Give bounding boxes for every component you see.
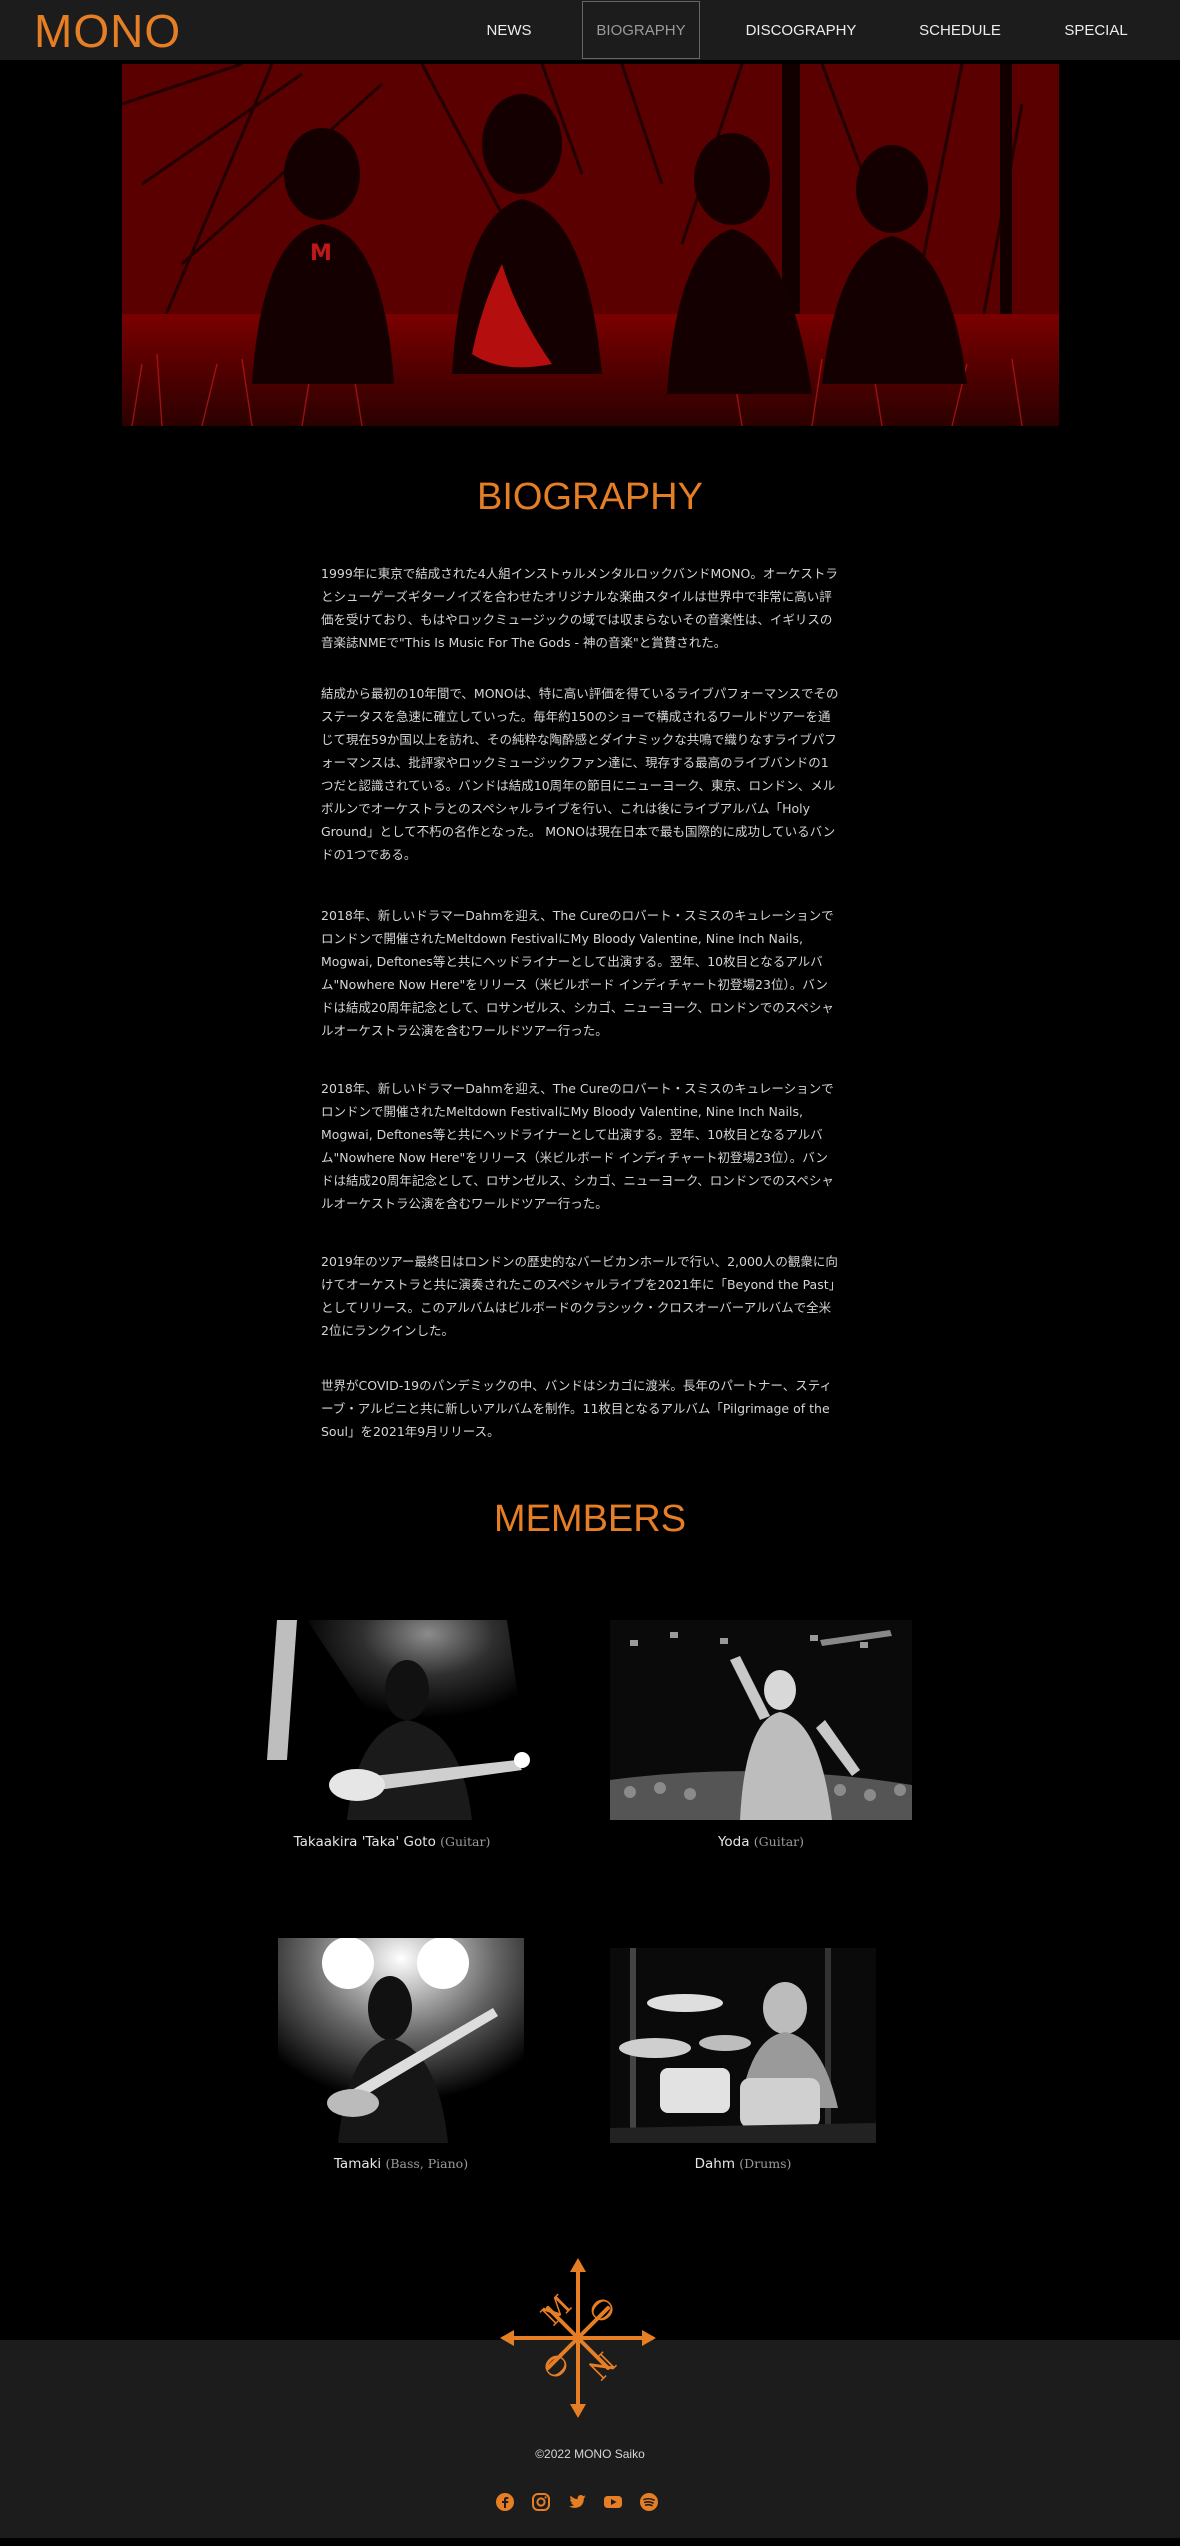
emblem-letter-m: M [535, 2289, 579, 2333]
copyright-text: ©2022 MONO Saiko [535, 2447, 645, 2461]
bio-paragraph-1: 1999年に東京で結成された4人組インストゥルメンタルロックバンドMONO。オー… [321, 566, 838, 650]
member-role: (Bass, Piano) [385, 2156, 469, 2171]
member-photo-tamaki [278, 1938, 524, 2143]
nav-news[interactable]: NEWS [470, 0, 548, 60]
nav-special[interactable]: SPECIAL [1050, 0, 1142, 60]
member-photo-yoda [610, 1620, 912, 1820]
member-role: (Drums) [739, 2156, 792, 2171]
bio-paragraph-3: 2018年、新しいドラマーDahmを迎え、The Cureのロバート・スミスのキ… [321, 908, 834, 1038]
member-caption-dahm: Dahm (Drums) [610, 2156, 876, 2172]
twitter-icon[interactable] [567, 2492, 587, 2512]
member-name: Tamaki [333, 2156, 382, 2172]
site-logo[interactable]: MONO [34, 4, 181, 58]
emblem-letter-o-top: O [582, 2291, 622, 2331]
hero-band-photo: M [122, 64, 1059, 426]
facebook-icon[interactable] [495, 2492, 515, 2512]
bio-paragraph-4: 2018年、新しいドラマーDahmを迎え、The Cureのロバート・スミスのキ… [321, 1081, 834, 1211]
member-photo-dahm [610, 1948, 876, 2143]
member-role: (Guitar) [753, 1834, 805, 1849]
member-role: (Guitar) [440, 1834, 491, 1849]
member-caption-yoda: Yoda (Guitar) [610, 1834, 912, 1850]
member-name: Takaakira 'Taka' Goto [293, 1834, 436, 1850]
nav-schedule[interactable]: SCHEDULE [906, 0, 1014, 60]
member-name: Dahm [694, 2156, 735, 2172]
member-name: Yoda [717, 1834, 750, 1850]
bio-paragraph-5: 2019年のツアー最終日はロンドンの歴史的なバービカンホールで行い、2,000人… [321, 1254, 838, 1338]
biography-title: BIOGRAPHY [477, 476, 703, 518]
member-caption-tamaki: Tamaki (Bass, Piano) [278, 2156, 524, 2172]
svg-text:M: M [310, 241, 332, 266]
member-caption-taka: Takaakira 'Taka' Goto (Guitar) [247, 1834, 537, 1850]
nav-biography[interactable]: BIOGRAPHY [582, 1, 700, 59]
emblem-letter-n: N [581, 2345, 622, 2386]
nav-discography[interactable]: DISCOGRAPHY [740, 0, 862, 60]
bio-paragraph-6: 世界がCOVID-19のパンデミックの中、バンドはシカゴに渡米。長年のパートナー… [321, 1378, 833, 1439]
members-title: MEMBERS [493, 1498, 687, 1540]
member-photo-taka [247, 1620, 537, 1820]
youtube-icon[interactable] [603, 2492, 623, 2512]
spotify-icon[interactable] [639, 2492, 659, 2512]
page-bottom-edge [0, 2538, 1180, 2546]
instagram-icon[interactable] [531, 2492, 551, 2512]
bio-paragraph-2: 結成から最初の10年間で、MONOは、特に高い評価を得ているライブパフォーマンス… [321, 686, 839, 862]
emblem-letter-o-bottom: O [537, 2346, 577, 2386]
mono-emblem-logo: M O N O [500, 2258, 656, 2418]
